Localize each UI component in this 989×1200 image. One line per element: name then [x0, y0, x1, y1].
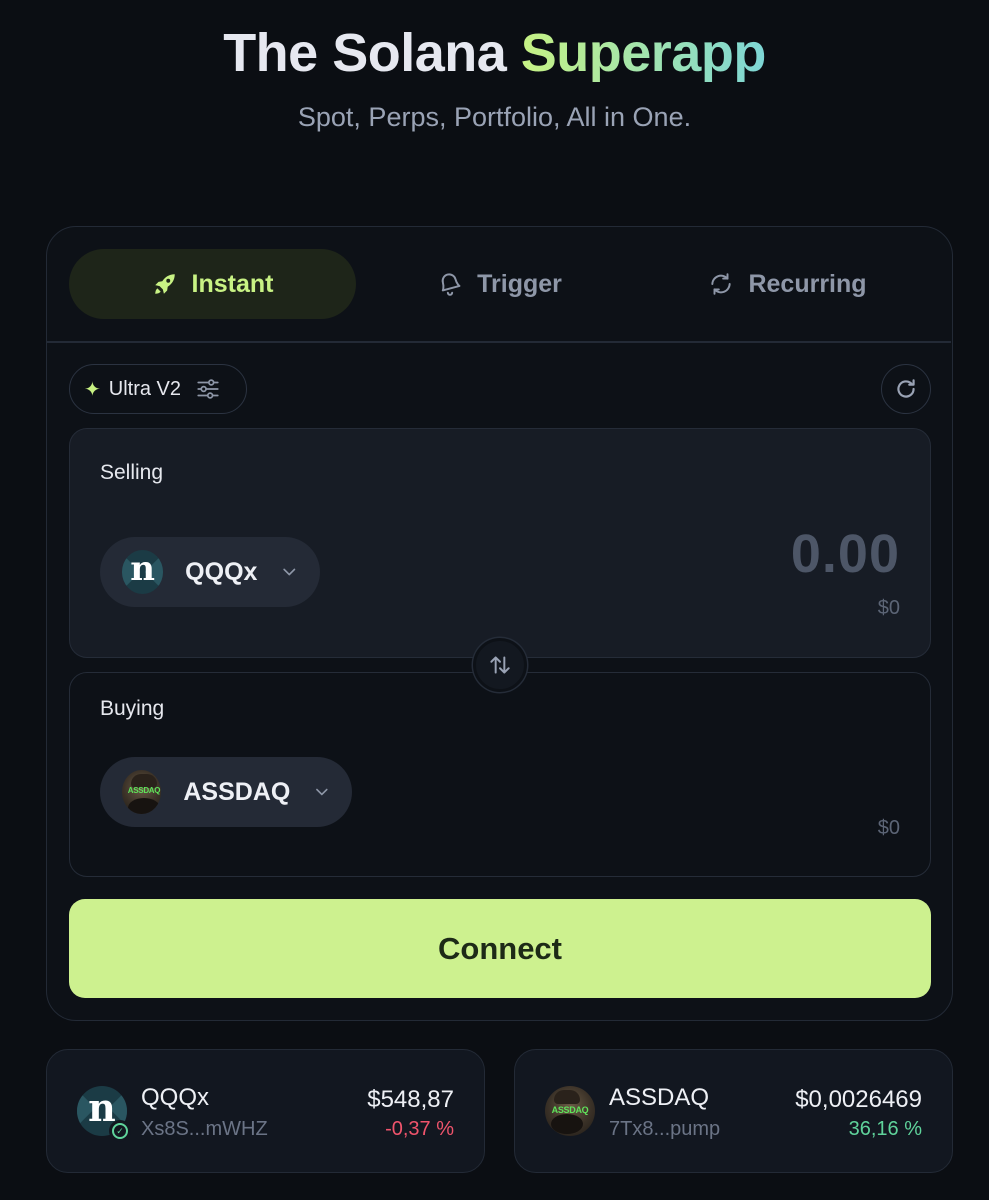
buying-token-name: ASSDAQ: [183, 777, 291, 806]
page-subtitle: Spot, Perps, Portfolio, All in One.: [297, 102, 692, 132]
token-card-assdaq[interactable]: ASSDAQ ASSDAQ 7Tx8...pump $0,0026469 36,…: [514, 1049, 953, 1173]
router-label: Ultra V2: [108, 377, 182, 400]
selling-usd-value: $0: [877, 597, 900, 619]
token-price: $0,0026469: [795, 1086, 922, 1113]
logo-text: ASSDAQ: [127, 786, 161, 795]
buying-label: Buying: [100, 697, 165, 720]
token-address[interactable]: Xs8S...mWHZ: [141, 1118, 268, 1141]
buying-token-select[interactable]: ASSDAQ ASSDAQ: [100, 757, 352, 827]
tab-trigger[interactable]: Trigger: [356, 249, 643, 319]
tab-label: Instant: [191, 269, 274, 298]
qqqx-logo: n ✓: [77, 1086, 131, 1142]
refresh-icon: [897, 379, 915, 398]
buying-usd-value: $0: [877, 817, 900, 839]
bell-icon: [441, 273, 461, 296]
selling-panel: Selling n QQQx 0.00 $0: [69, 428, 931, 658]
swap-mode-tabs: Instant Trigger Recurring: [69, 249, 931, 319]
swap-card: Instant Trigger Recurring ✦ Ultra V2 Sel…: [46, 226, 953, 1021]
recurring-icon: [711, 273, 732, 295]
token-price-change: -0,37 %: [385, 1118, 454, 1140]
logo-letter: n: [88, 1086, 116, 1130]
rocket-icon: [154, 274, 175, 294]
selling-label: Selling: [100, 461, 164, 484]
title-main: The Solana: [223, 23, 507, 83]
token-card-qqqx[interactable]: n ✓ QQQx Xs8S...mWHZ $548,87 -0,37 %: [46, 1049, 485, 1173]
selling-token-select[interactable]: n QQQx: [100, 537, 320, 607]
logo-text: ASSDAQ: [551, 1105, 589, 1115]
swap-arrows-icon: [490, 656, 510, 674]
assdaq-logo: ASSDAQ: [545, 1086, 595, 1136]
tab-label: Trigger: [477, 269, 562, 298]
token-name: QQQx: [141, 1084, 210, 1111]
selling-token-name: QQQx: [185, 557, 258, 586]
token-price-change: 36,16 %: [848, 1118, 922, 1140]
tab-instant[interactable]: Instant: [69, 249, 356, 319]
token-address[interactable]: 7Tx8...pump: [609, 1118, 720, 1141]
qqqx-logo: n: [122, 550, 164, 594]
sparkle-icon: ✦: [84, 378, 101, 401]
logo-letter: n: [130, 550, 155, 589]
tab-recurring[interactable]: Recurring: [644, 249, 931, 319]
connect-button[interactable]: Connect: [69, 899, 931, 998]
token-price: $548,87: [367, 1086, 454, 1113]
title-accent: Superapp: [520, 23, 767, 83]
buying-panel: Buying ASSDAQ ASSDAQ $0: [69, 672, 931, 877]
divider: [47, 341, 951, 343]
chevron-down-icon: [316, 788, 328, 796]
sliders-icon: [197, 379, 219, 399]
token-name: ASSDAQ: [609, 1084, 710, 1111]
refresh-button[interactable]: [881, 364, 931, 414]
assdaq-logo: ASSDAQ: [122, 770, 162, 814]
swap-direction-button[interactable]: [473, 638, 527, 692]
selling-amount-input[interactable]: 0.00: [791, 523, 900, 585]
tab-label: Recurring: [748, 269, 867, 298]
page-title: The Solana Superapp: [0, 22, 989, 84]
router-settings-button[interactable]: ✦ Ultra V2: [69, 364, 247, 414]
chevron-down-icon: [283, 568, 296, 576]
